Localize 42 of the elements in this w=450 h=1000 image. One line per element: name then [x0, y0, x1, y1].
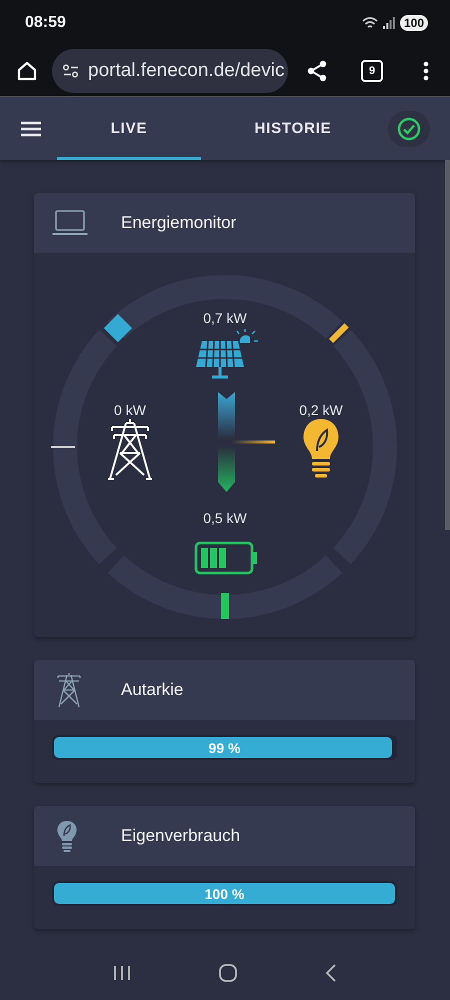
home-icon[interactable]: [16, 60, 38, 82]
back-icon[interactable]: [324, 964, 337, 982]
tab-count-button[interactable]: 9: [361, 60, 383, 82]
light-bulb-icon: [304, 419, 338, 478]
card-title: Eigenverbrauch: [121, 826, 240, 846]
power-tower-icon: [56, 672, 82, 708]
menu-icon[interactable]: [20, 120, 42, 136]
check-circle-icon: [397, 116, 421, 140]
clock: 08:59: [25, 14, 66, 32]
flow-marker: [328, 323, 349, 344]
percentage: 100 %: [204, 886, 244, 902]
recent-apps-icon[interactable]: [113, 964, 132, 980]
flow-marker: [221, 593, 229, 619]
flow-marker: [51, 446, 75, 448]
power-value: 0 kW: [114, 402, 146, 418]
percentage: 99 %: [208, 740, 240, 756]
light-bulb-icon: [56, 820, 78, 852]
flow-line: [232, 440, 275, 444]
power-value: 0,7 kW: [203, 310, 247, 326]
card-title: Energiemonitor: [121, 213, 236, 233]
wifi-icon: [362, 16, 378, 30]
status-button[interactable]: [388, 110, 430, 146]
power-value: 0,5 kW: [203, 510, 247, 526]
battery-level: 100: [400, 14, 428, 30]
tab[interactable]: HISTORIE: [221, 97, 365, 160]
flow-arrow: [218, 392, 235, 439]
power-tower-icon: [107, 418, 153, 480]
site-settings-icon[interactable]: [62, 64, 80, 78]
signal-icon: [382, 16, 395, 28]
power-value: 0,2 kW: [299, 402, 343, 418]
scrollbar[interactable]: [445, 160, 450, 530]
tab[interactable]: LIVE: [57, 97, 201, 160]
more-icon[interactable]: [423, 60, 429, 80]
card-title: Autarkie: [121, 680, 184, 700]
share-icon[interactable]: [305, 58, 329, 82]
battery-icon: [194, 542, 257, 574]
address-bar[interactable]: portal.fenecon.de/devic: [52, 48, 288, 92]
url-text: portal.fenecon.de/devic: [88, 60, 284, 82]
solar-panel-icon: [196, 328, 259, 378]
home-nav-icon[interactable]: [218, 962, 238, 982]
flow-arrow: [218, 446, 235, 492]
laptop-icon: [52, 210, 88, 236]
